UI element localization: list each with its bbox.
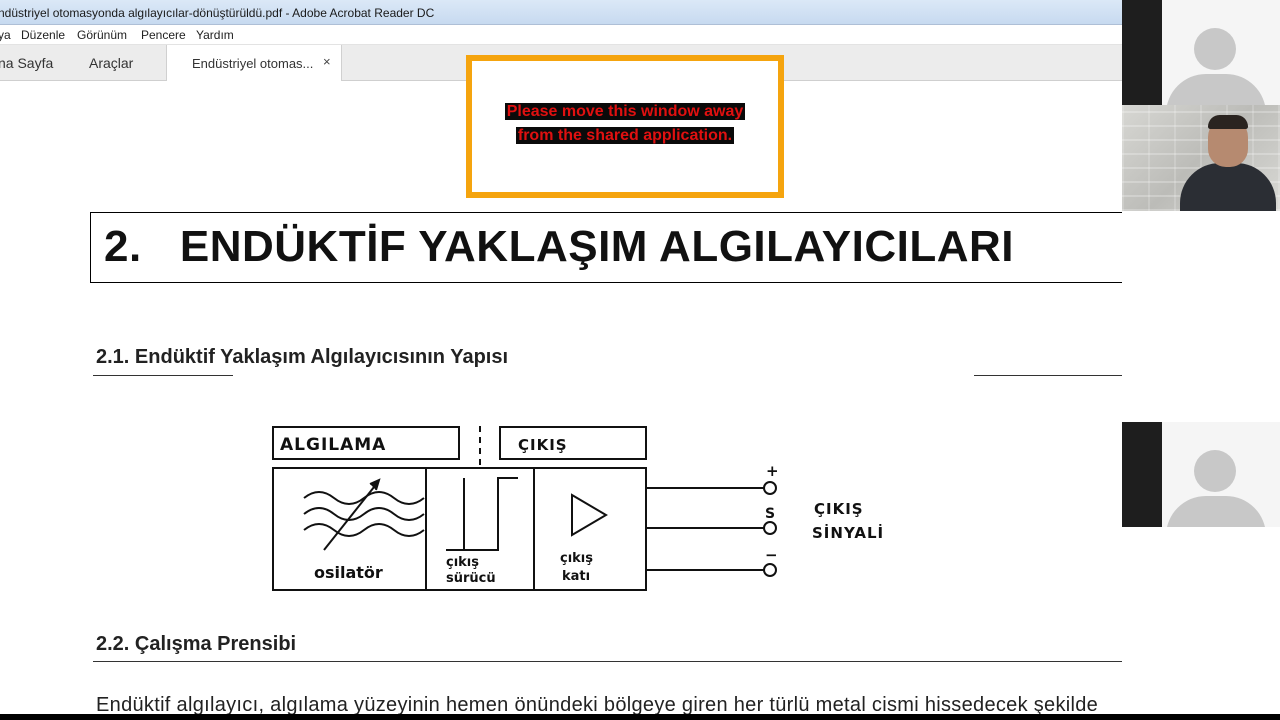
screen-bottom-edge [0, 714, 1280, 720]
wave-line [303, 507, 425, 521]
participant-tile[interactable] [1122, 0, 1280, 105]
label-output: ÇIKIŞ [518, 436, 568, 454]
user-avatar-icon [1194, 28, 1236, 70]
terminal-s [763, 521, 777, 535]
section-title-principle: 2.2. Çalışma Prensibi [96, 633, 297, 655]
signal-label-2: SİNYALİ [812, 523, 884, 542]
tab-home[interactable]: na Sayfa [0, 55, 53, 71]
terminal-plus-label: + [766, 462, 779, 480]
section-rule [93, 661, 1202, 662]
section-rule [93, 375, 233, 376]
chapter-title: 2. ENDÜKTİF YAKLAŞIM ALGILAYICILARI [104, 222, 1014, 271]
menu-window[interactable]: Pencere [141, 28, 186, 42]
label-stage-2: katı [562, 569, 590, 584]
share-warning-overlay: Please move this window away from the sh… [466, 55, 784, 198]
label-stage-1: çıkış [560, 551, 593, 566]
signal-label-1: ÇIKIŞ [814, 500, 864, 518]
warning-line-2: from the shared application. [515, 127, 735, 144]
menu-edit[interactable]: Düzenle [21, 28, 65, 42]
driver-step [446, 477, 518, 551]
window-titlebar: ndüstriyel otomasyonda algılayıcılar-dön… [0, 0, 1122, 25]
menu-help[interactable]: Yardım [196, 28, 234, 42]
wave-line [303, 523, 425, 537]
label-sensing: ALGILAMA [280, 435, 386, 455]
terminal-minus [763, 563, 777, 577]
section-title-structure: 2.1. Endüktif Yaklaşım Algılayıcısının Y… [96, 346, 509, 368]
tab-document-label: Endüstriyel otomas... [192, 56, 314, 71]
amplifier-triangle [571, 493, 608, 537]
participant-tile[interactable] [1122, 422, 1280, 527]
menu-file[interactable]: ya [0, 28, 11, 42]
label-driver-1: çıkış [446, 555, 479, 570]
block-diagram: ALGILAMA ÇIKIŞ osilatör çıkış sürücü çık… [272, 426, 884, 591]
tuning-arrow [323, 481, 379, 551]
participant-video[interactable] [1122, 105, 1280, 211]
label-oscillator: osilatör [314, 563, 383, 582]
wave-line [303, 491, 425, 505]
terminal-s-label: S [765, 506, 775, 522]
tab-tools[interactable]: Araçlar [89, 55, 133, 71]
close-tab-icon[interactable]: × [323, 54, 331, 69]
window-title: ndüstriyel otomasyonda algılayıcılar-dön… [0, 6, 435, 20]
arrow-head [369, 478, 381, 491]
user-avatar-icon [1194, 450, 1236, 492]
warning-line-1: Please move this window away [504, 103, 746, 120]
terminal-minus-label: − [765, 546, 778, 564]
menu-bar: ya Düzenle Görünüm Pencere Yardım [0, 25, 1122, 45]
label-driver-2: sürücü [446, 571, 496, 586]
tab-document[interactable]: Endüstriyel otomas... × [166, 45, 342, 81]
terminal-plus [763, 481, 777, 495]
menu-view[interactable]: Görünüm [77, 28, 127, 42]
